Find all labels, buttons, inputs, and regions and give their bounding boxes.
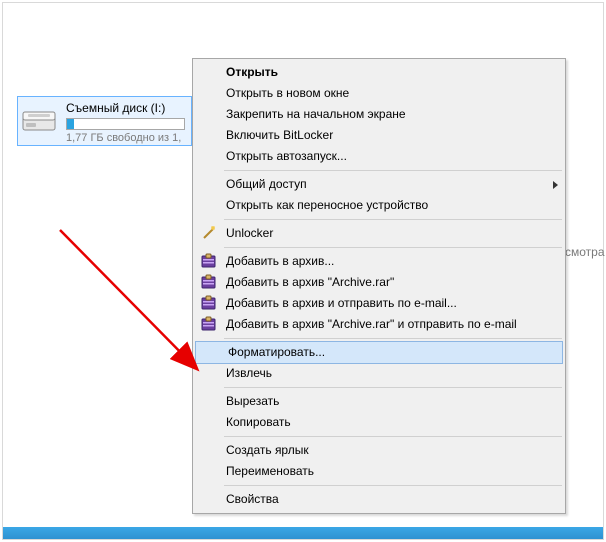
- drive-usage-bar: [66, 118, 185, 130]
- menu-label: Копировать: [226, 415, 291, 429]
- submenu-arrow-icon: [553, 181, 558, 189]
- drive-usage-fill: [67, 119, 74, 129]
- menu-label: Добавить в архив "Archive.rar" и отправи…: [226, 317, 517, 331]
- menu-item-share[interactable]: Общий доступ: [194, 174, 564, 195]
- menu-separator: [224, 338, 562, 339]
- menu-label: Открыть: [226, 65, 278, 79]
- menu-item-open-new-window[interactable]: Открыть в новом окне: [194, 83, 564, 104]
- menu-label: Unlocker: [226, 226, 273, 240]
- menu-label: Вырезать: [226, 394, 279, 408]
- menu-separator: [224, 247, 562, 248]
- menu-label: Переименовать: [226, 464, 314, 478]
- drive-title: Съемный диск (I:): [66, 101, 185, 115]
- drive-subtitle: 1,77 ГБ свободно из 1,: [66, 132, 185, 144]
- menu-item-create-shortcut[interactable]: Создать ярлык: [194, 440, 564, 461]
- menu-separator: [224, 170, 562, 171]
- menu-item-open[interactable]: Открыть: [194, 62, 564, 83]
- context-menu: Открыть Открыть в новом окне Закрепить н…: [192, 58, 566, 514]
- menu-item-pin-start[interactable]: Закрепить на начальном экране: [194, 104, 564, 125]
- winrar-icon: [200, 253, 217, 270]
- menu-label: Свойства: [226, 492, 279, 506]
- menu-label: Открыть в новом окне: [226, 86, 349, 100]
- removable-disk-icon: [22, 107, 56, 135]
- menu-label: Добавить в архив...: [226, 254, 334, 268]
- menu-item-copy[interactable]: Копировать: [194, 412, 564, 433]
- menu-item-unlocker[interactable]: Unlocker: [194, 223, 564, 244]
- menu-label: Включить BitLocker: [226, 128, 333, 142]
- winrar-icon: [200, 295, 217, 312]
- menu-item-add-archive[interactable]: Добавить в архив...: [194, 251, 564, 272]
- winrar-icon: [200, 274, 217, 291]
- menu-item-rename[interactable]: Переименовать: [194, 461, 564, 482]
- menu-separator: [224, 387, 562, 388]
- menu-label: Общий доступ: [226, 177, 307, 191]
- menu-item-add-send-email[interactable]: Добавить в архив и отправить по e-mail..…: [194, 293, 564, 314]
- menu-label: Создать ярлык: [226, 443, 309, 457]
- menu-item-bitlocker[interactable]: Включить BitLocker: [194, 125, 564, 146]
- menu-label: Добавить в архив "Archive.rar": [226, 275, 394, 289]
- menu-separator: [224, 436, 562, 437]
- menu-item-cut[interactable]: Вырезать: [194, 391, 564, 412]
- menu-label: Открыть автозапуск...: [226, 149, 347, 163]
- menu-item-add-rar-send-email[interactable]: Добавить в архив "Archive.rar" и отправи…: [194, 314, 564, 335]
- menu-separator: [224, 485, 562, 486]
- window-frame: Съемный диск (I:) 1,77 ГБ свободно из 1,…: [2, 2, 604, 540]
- menu-item-portable[interactable]: Открыть как переносное устройство: [194, 195, 564, 216]
- menu-item-eject[interactable]: Извлечь: [194, 363, 564, 384]
- menu-item-autorun[interactable]: Открыть автозапуск...: [194, 146, 564, 167]
- menu-label: Открыть как переносное устройство: [226, 198, 428, 212]
- menu-label: Извлечь: [226, 366, 272, 380]
- menu-item-format[interactable]: Форматировать...: [195, 341, 563, 364]
- winrar-icon: [200, 316, 217, 333]
- menu-label: Форматировать...: [228, 345, 325, 359]
- background-hint-text: смотра: [565, 245, 605, 259]
- menu-label: Закрепить на начальном экране: [226, 107, 406, 121]
- menu-item-properties[interactable]: Свойства: [194, 489, 564, 510]
- drive-tile[interactable]: Съемный диск (I:) 1,77 ГБ свободно из 1,: [17, 96, 192, 146]
- menu-separator: [224, 219, 562, 220]
- wand-icon: [200, 225, 217, 242]
- taskbar-strip: [3, 527, 603, 539]
- menu-label: Добавить в архив и отправить по e-mail..…: [226, 296, 457, 310]
- menu-item-add-archive-rar[interactable]: Добавить в архив "Archive.rar": [194, 272, 564, 293]
